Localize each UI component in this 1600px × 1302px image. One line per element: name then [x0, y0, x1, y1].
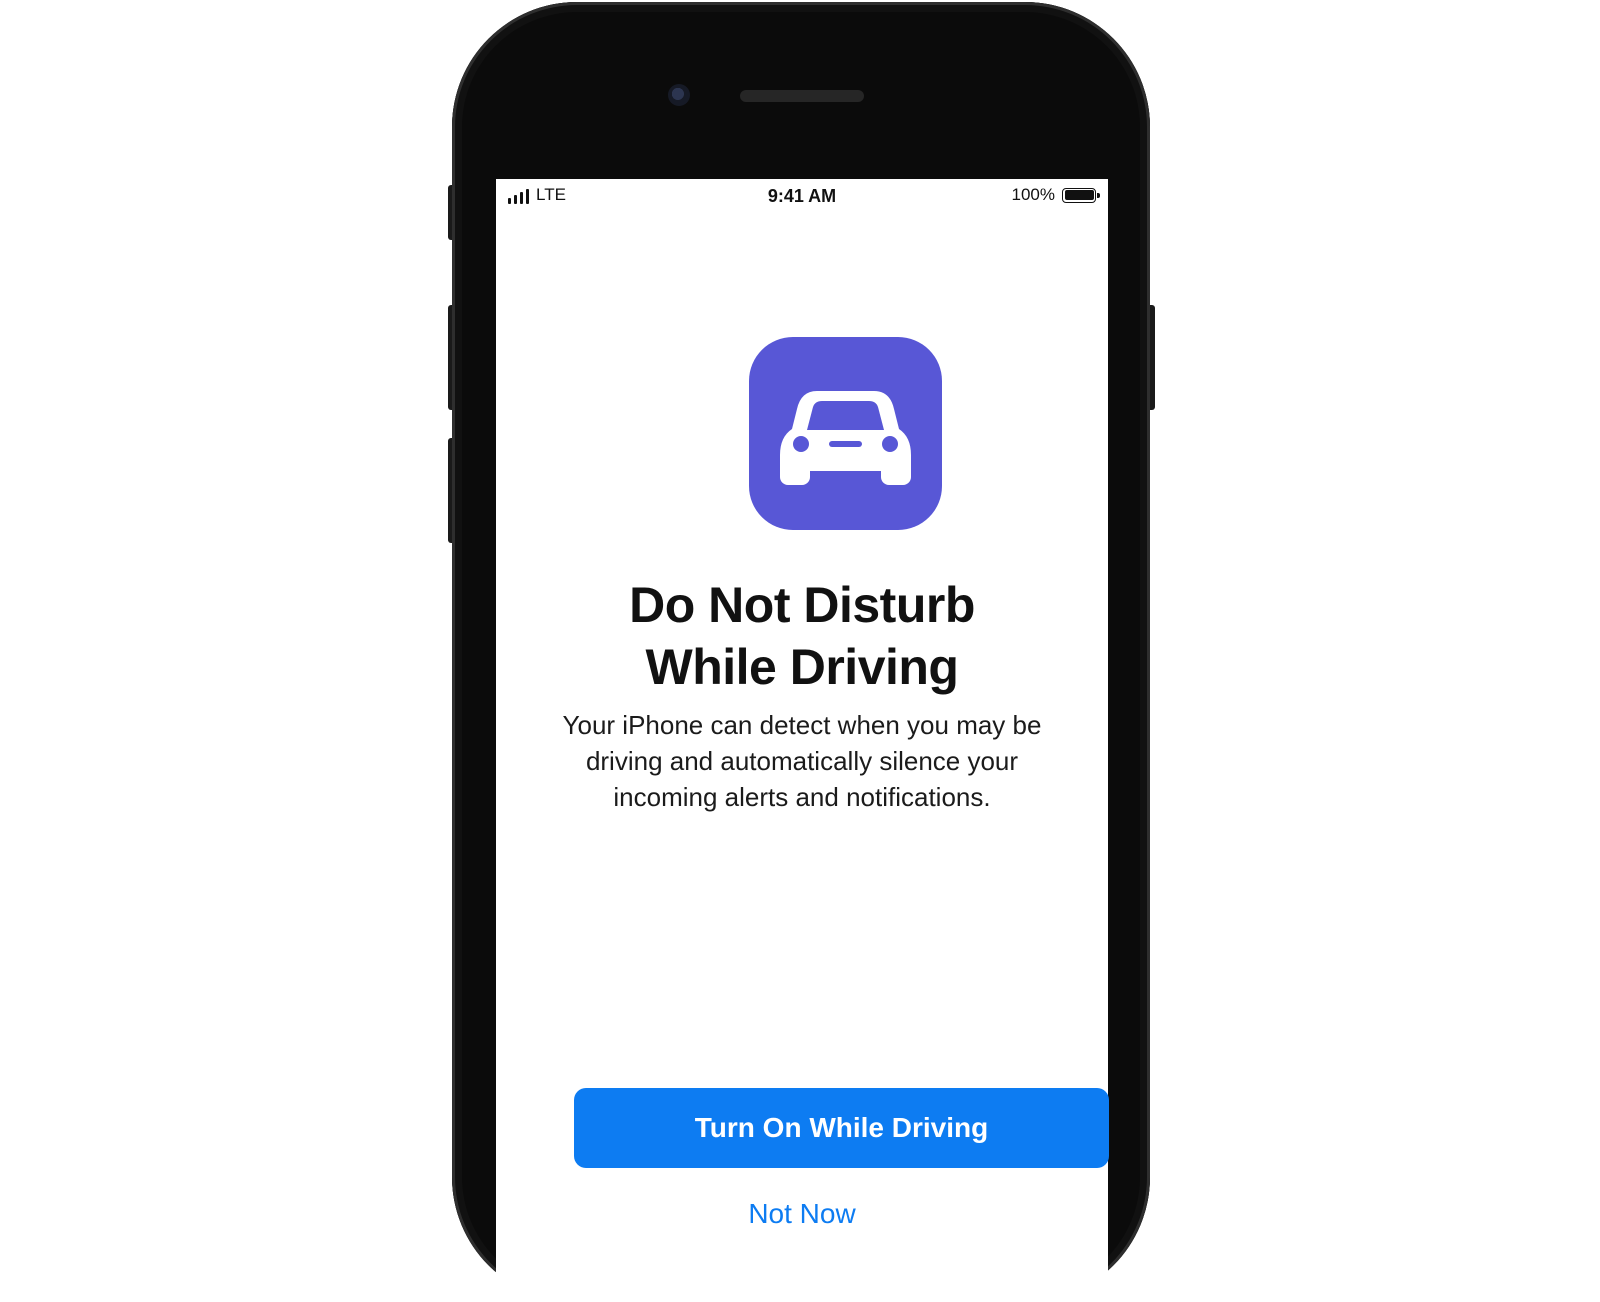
do-not-disturb-driving-app-icon	[749, 337, 942, 530]
battery-status: 100%	[1011, 185, 1100, 205]
battery-icon	[1062, 187, 1100, 203]
car-icon	[780, 391, 911, 485]
earpiece-speaker	[740, 90, 864, 102]
phone-frame: LTE 9:41 AM 100% Do Not Disturb While Dr…	[452, 2, 1150, 1302]
front-camera	[668, 84, 690, 106]
phone-screen: LTE 9:41 AM 100% Do Not Disturb While Dr…	[496, 179, 1109, 1302]
turn-on-while-driving-button[interactable]: Turn On While Driving	[574, 1088, 1109, 1168]
status-bar: LTE 9:41 AM 100%	[496, 179, 1108, 215]
not-now-button[interactable]: Not Now	[496, 1197, 1108, 1231]
battery-percent: 100%	[1011, 185, 1055, 204]
page-title: Do Not Disturb While Driving	[629, 577, 975, 695]
description-text: Your iPhone can detect when you may be d…	[562, 710, 1042, 812]
